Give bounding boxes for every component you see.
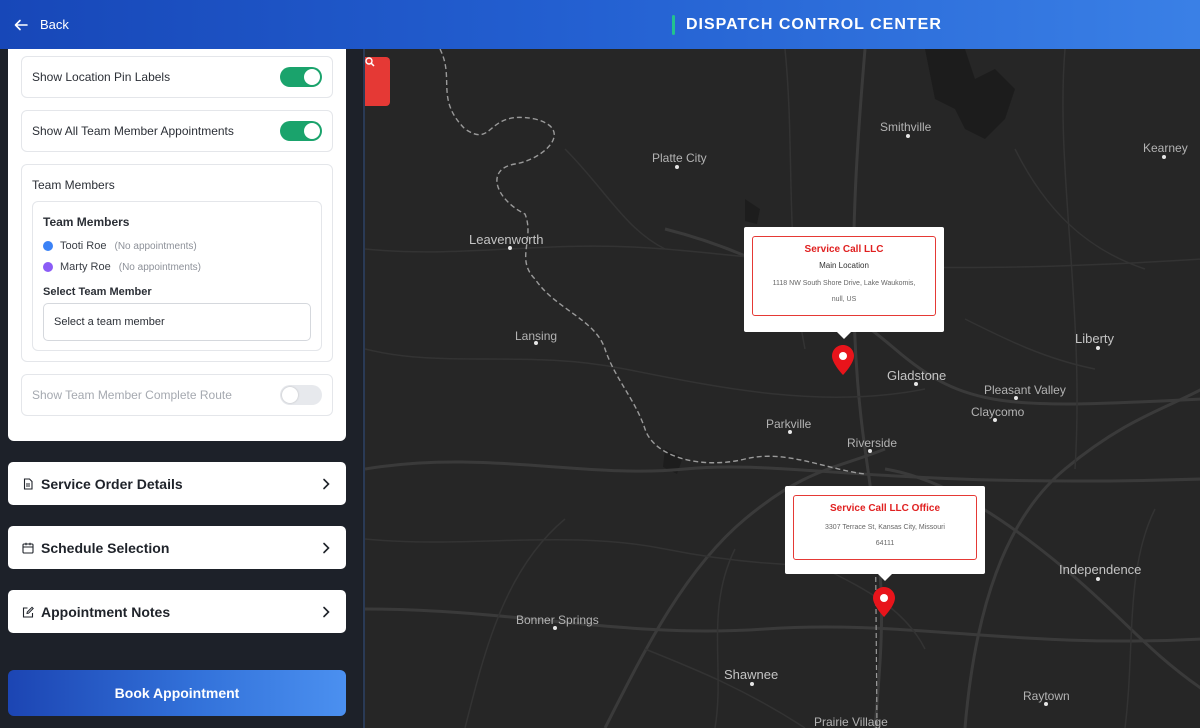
accordion-service-order-details[interactable]: Service Order Details <box>8 462 346 505</box>
select-team-member-label: Select Team Member <box>43 286 152 298</box>
city-label-riverside: Riverside <box>847 436 898 450</box>
city-dot <box>914 382 918 386</box>
map-view[interactable]: Smithville Kearney Platte City Leavenwor… <box>363 49 1200 728</box>
calendar-icon <box>22 542 34 554</box>
popup-address-line-1: 1118 NW South Shore Drive, Lake Waukomis… <box>772 280 916 287</box>
city-dot <box>675 165 679 169</box>
city-dot <box>1014 396 1018 400</box>
team-members-section-title: Team Members <box>32 178 115 192</box>
city-label-claycomo: Claycomo <box>971 405 1025 419</box>
all-appointments-toggle[interactable] <box>280 121 322 141</box>
city-label-shawnee: Shawnee <box>724 667 779 682</box>
popup-title: Service Call LLC Office <box>829 503 941 514</box>
team-member-select[interactable]: Select a team member <box>43 303 311 341</box>
chevron-right-icon <box>323 478 330 489</box>
map-settings-panel: Show Location Pin Labels Show All Team M… <box>8 49 346 441</box>
map-pin-icon[interactable] <box>873 587 895 617</box>
search-icon <box>365 57 375 67</box>
back-button[interactable]: Back <box>14 0 69 49</box>
team-member-item[interactable]: Marty Roe (No appointments) <box>43 261 201 273</box>
city-dot <box>508 246 512 250</box>
accordion-appointment-notes[interactable]: Appointment Notes <box>8 590 346 633</box>
city-dot <box>1096 577 1100 581</box>
member-note: (No appointments) <box>118 261 202 273</box>
complete-route-label: Show Team Member Complete Route <box>32 388 232 402</box>
map-pin-icon[interactable] <box>832 345 854 375</box>
map-search-button[interactable] <box>365 57 390 106</box>
popup-address-line-1: 3307 Terrace St, Kansas City, Missouri <box>825 524 945 531</box>
sidebar: Show Location Pin Labels Show All Team M… <box>0 49 362 728</box>
popup-card: Service Call LLC Main Location 1118 NW S… <box>752 236 936 316</box>
city-label-prairie-village: Prairie Village <box>814 715 888 728</box>
city-label-leavenworth: Leavenworth <box>469 232 544 247</box>
city-dot <box>1162 155 1166 159</box>
city-dot <box>993 418 997 422</box>
back-label: Back <box>40 17 69 32</box>
toggle-row-pin-labels: Show Location Pin Labels <box>21 56 333 98</box>
city-label-gladstone: Gladstone <box>887 368 947 383</box>
city-dot <box>788 430 792 434</box>
city-dot <box>1096 346 1100 350</box>
all-appointments-label: Show All Team Member Appointments <box>32 124 234 138</box>
member-color-dot <box>43 262 53 272</box>
city-label-kearney: Kearney <box>1143 141 1188 155</box>
city-dot <box>868 449 872 453</box>
city-dot <box>534 341 538 345</box>
chevron-right-icon <box>323 542 330 553</box>
popup-address-line-2: 64111 <box>875 540 895 547</box>
member-color-dot <box>43 241 53 251</box>
city-label-bonner-springs: Bonner Springs <box>516 613 599 627</box>
team-members-card-title: Team Members <box>43 215 130 229</box>
toggle-row-complete-route: Show Team Member Complete Route <box>21 374 333 416</box>
team-members-card: Team Members Tooti Roe (No appointments)… <box>32 201 322 351</box>
chevron-right-icon <box>323 606 330 617</box>
title-accent-bar <box>672 14 675 35</box>
city-label-liberty: Liberty <box>1075 331 1115 346</box>
toggle-row-all-appointments: Show All Team Member Appointments <box>21 110 333 152</box>
city-label-smithville: Smithville <box>880 120 932 134</box>
accordion-label: Service Order Details <box>41 475 183 492</box>
book-appointment-button[interactable]: Book Appointment <box>8 670 346 716</box>
accordion-label: Schedule Selection <box>41 539 170 556</box>
accordion-schedule-selection[interactable]: Schedule Selection <box>8 526 346 569</box>
city-dot <box>750 682 754 686</box>
city-label-independence: Independence <box>1059 562 1142 577</box>
team-members-section: Team Members Team Members Tooti Roe (No … <box>21 164 333 362</box>
city-label-raytown: Raytown <box>1023 689 1070 703</box>
popup-subtitle: Main Location <box>819 261 869 270</box>
pin-labels-label: Show Location Pin Labels <box>32 70 171 84</box>
popup-card: Service Call LLC Office 3307 Terrace St,… <box>793 495 977 560</box>
team-member-item[interactable]: Tooti Roe (No appointments) <box>43 240 197 252</box>
city-dot <box>1044 702 1048 706</box>
member-name: Tooti Roe <box>60 240 107 252</box>
page-title-wrap: DISPATCH CONTROL CENTER <box>672 0 942 49</box>
page-title: DISPATCH CONTROL CENTER <box>686 15 942 33</box>
city-label-parkville: Parkville <box>766 417 812 431</box>
complete-route-toggle[interactable] <box>280 385 322 405</box>
city-label-pleasant-valley: Pleasant Valley <box>984 383 1066 397</box>
arrow-left-icon <box>14 19 28 30</box>
edit-icon <box>22 606 34 618</box>
popup-title: Service Call LLC <box>804 244 884 255</box>
popup-address-line-2: null, US <box>831 296 857 303</box>
map-roads-layer <box>365 49 1200 728</box>
city-dot <box>553 626 557 630</box>
document-icon <box>23 477 33 490</box>
pin-labels-toggle[interactable] <box>280 67 322 87</box>
city-label-platte-city: Platte City <box>652 151 707 165</box>
app-header: Back DISPATCH CONTROL CENTER <box>0 0 1200 49</box>
member-name: Marty Roe <box>60 261 111 273</box>
location-popup-office: Service Call LLC Office 3307 Terrace St,… <box>785 486 985 581</box>
location-popup-main: Service Call LLC Main Location 1118 NW S… <box>744 227 944 339</box>
city-dot <box>906 134 910 138</box>
member-note: (No appointments) <box>114 240 197 252</box>
accordion-label: Appointment Notes <box>41 603 171 620</box>
